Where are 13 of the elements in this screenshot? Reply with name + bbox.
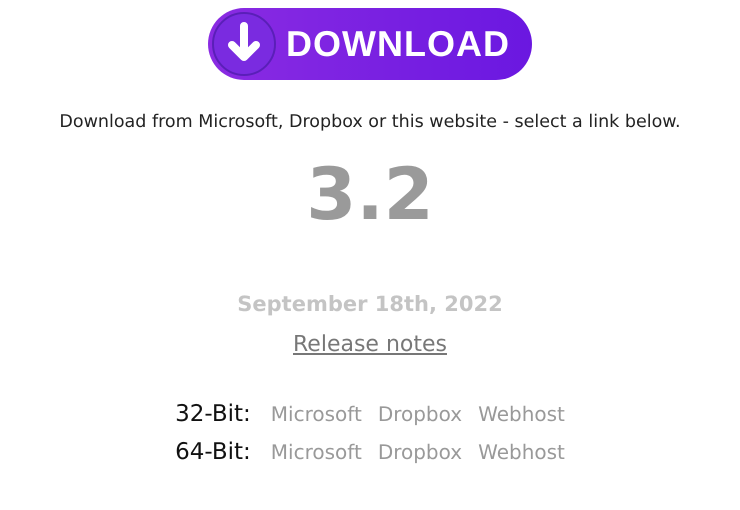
download-button[interactable]: DOWNLOAD bbox=[208, 8, 532, 80]
release-notes-link[interactable]: Release notes bbox=[293, 332, 447, 357]
download-link[interactable]: Microsoft bbox=[270, 440, 362, 464]
architecture-label: 64-Bit: bbox=[175, 439, 251, 465]
download-link[interactable]: Dropbox bbox=[378, 440, 462, 464]
download-link[interactable]: Microsoft bbox=[270, 402, 362, 426]
download-link[interactable]: Webhost bbox=[478, 440, 565, 464]
intro-text: Download from Microsoft, Dropbox or this website - select a link below. bbox=[59, 112, 681, 132]
release-date: September 18th, 2022 bbox=[237, 292, 503, 316]
version-number: 3.2 bbox=[306, 158, 434, 230]
download-link[interactable]: Dropbox bbox=[378, 402, 462, 426]
download-link[interactable]: Webhost bbox=[478, 402, 565, 426]
architecture-label: 32-Bit: bbox=[175, 401, 251, 427]
